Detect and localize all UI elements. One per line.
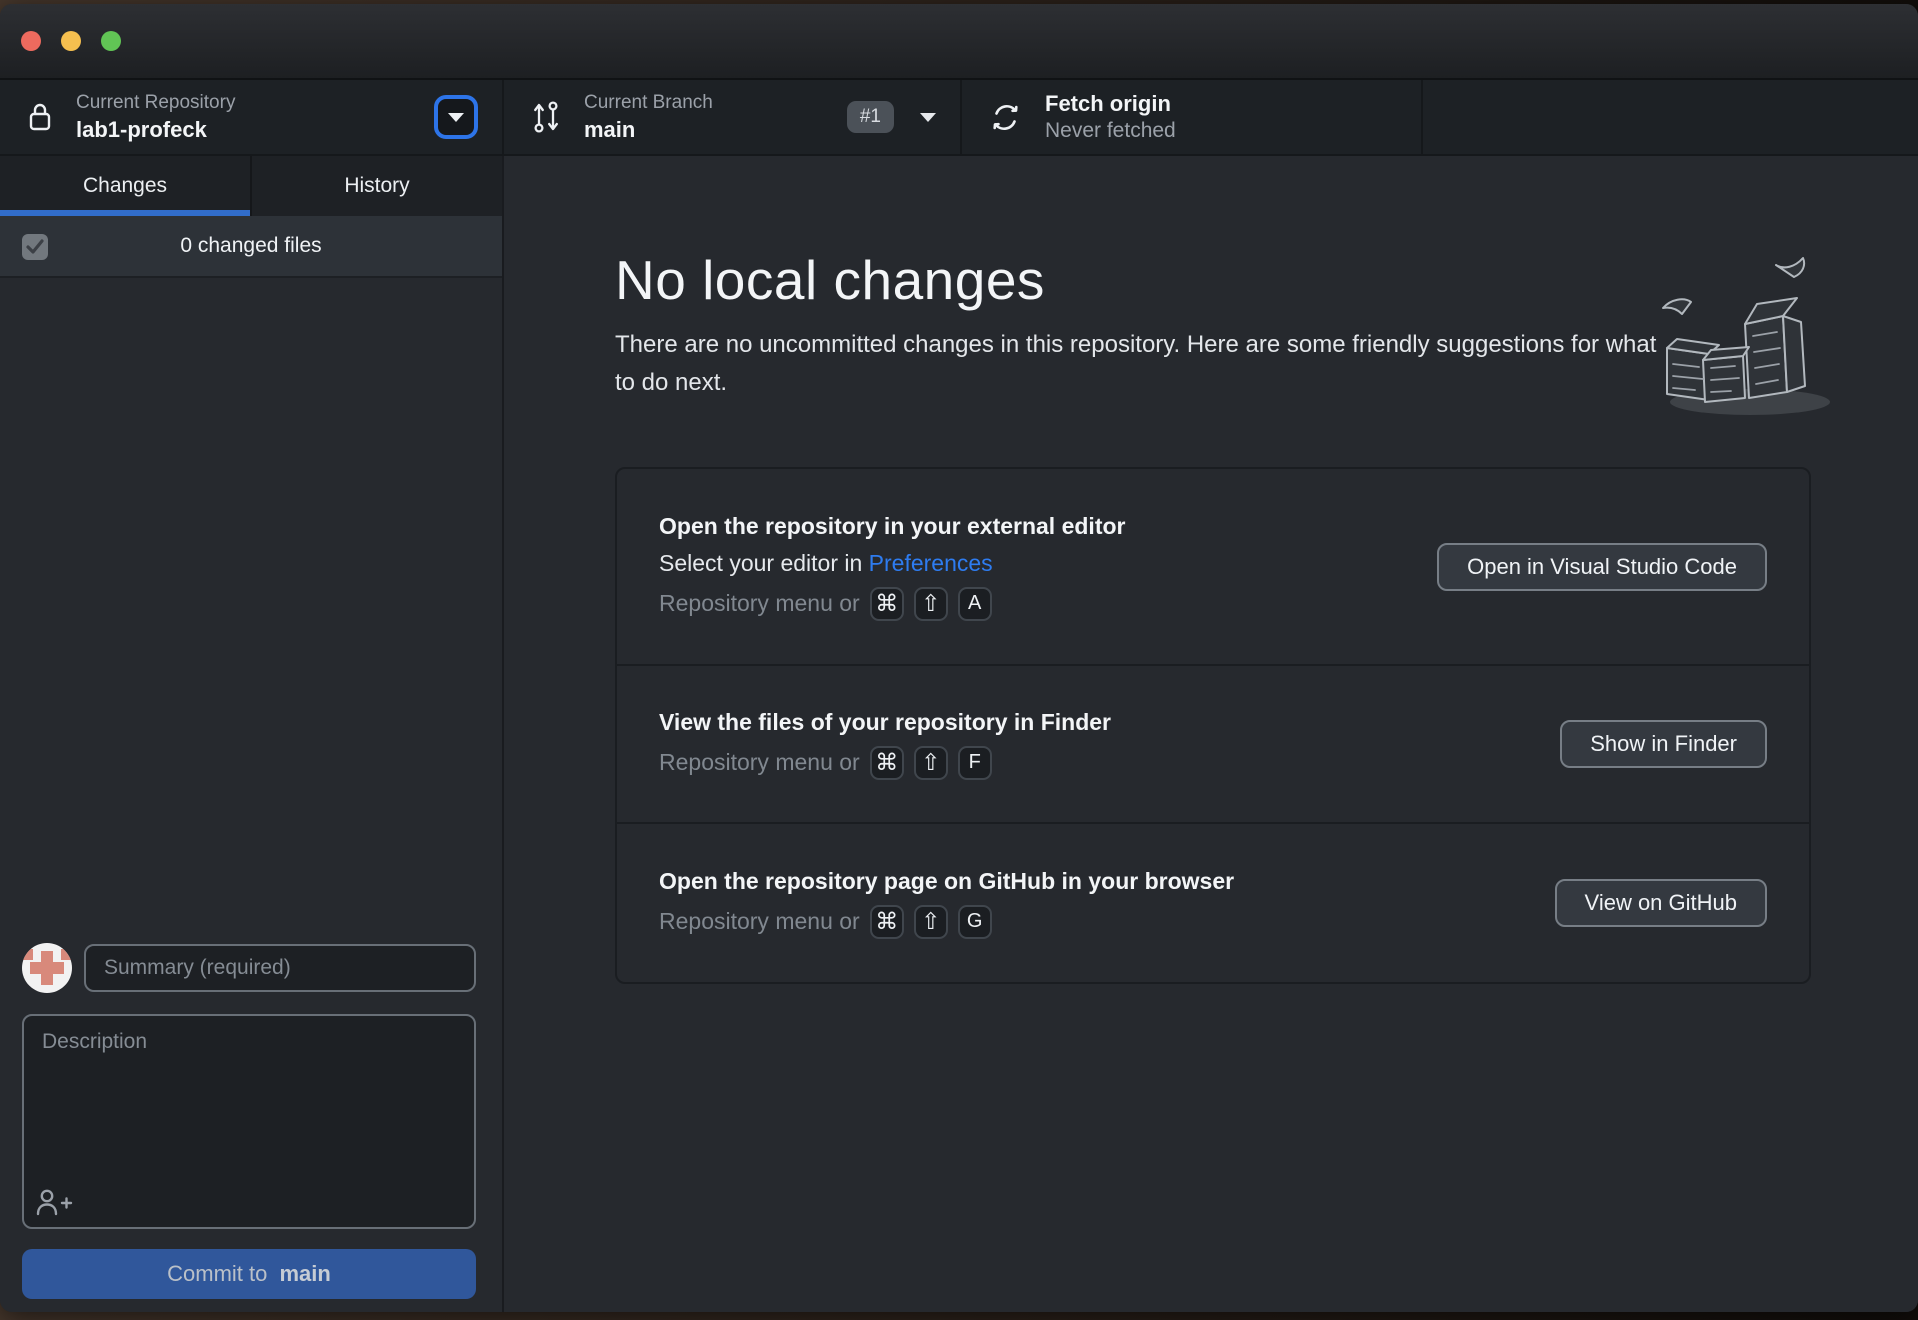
page-title: No local changes: [615, 249, 1045, 311]
lock-icon: [28, 101, 52, 133]
shift-key: ⇧: [913, 745, 948, 780]
fetch-status: Never fetched: [1045, 119, 1176, 143]
current-repository-button[interactable]: Current Repository lab1-profeck: [0, 80, 504, 154]
git-branch-icon: [532, 99, 560, 135]
card-title: View the files of your repository in Fin…: [659, 708, 1111, 735]
card-show-in-finder: View the files of your repository in Fin…: [617, 664, 1809, 822]
chevron-down-icon: [920, 112, 936, 122]
commit-button-label: Commit to: [167, 1261, 274, 1286]
view-on-github-button[interactable]: View on GitHub: [1554, 879, 1767, 927]
letter-key: G: [957, 904, 992, 939]
tab-changes[interactable]: Changes: [0, 156, 250, 216]
chevron-down-icon: [448, 112, 464, 122]
tab-history[interactable]: History: [250, 156, 502, 216]
card-open-editor: Open the repository in your external edi…: [617, 469, 1809, 664]
shift-key: ⇧: [913, 904, 948, 939]
changed-files-header: 0 changed files: [0, 216, 502, 278]
empty-state-illustration: [1645, 244, 1875, 424]
commit-form: Commit to main: [0, 930, 502, 1312]
shortcut-label: Repository menu or: [659, 749, 860, 775]
select-all-checkbox[interactable]: [22, 234, 48, 260]
add-coauthor-icon[interactable]: [34, 1187, 74, 1219]
sidebar-tabbar: Changes History: [0, 156, 502, 216]
branch-name: main: [584, 116, 636, 142]
summary-input[interactable]: [84, 944, 476, 992]
desktop-background: { "toolbar": { "repository": { "label": …: [0, 0, 1918, 1320]
description-input[interactable]: [22, 1014, 476, 1229]
card-title: Open the repository in your external edi…: [659, 512, 1126, 539]
shortcut-label: Repository menu or: [659, 590, 860, 616]
letter-key: F: [957, 745, 992, 780]
pull-request-badge: #1: [846, 101, 894, 133]
suggestion-cards: Open the repository in your external edi…: [615, 467, 1811, 984]
repository-label: Current Repository: [76, 91, 236, 113]
titlebar: [0, 4, 1918, 80]
sync-icon: [990, 102, 1021, 133]
close-button[interactable]: [21, 31, 41, 51]
main-panel: No local changes There are no uncommitte…: [506, 156, 1918, 1312]
cmd-key: ⌘: [869, 586, 904, 621]
repository-name: lab1-profeck: [76, 116, 207, 142]
fetch-label: Fetch origin: [1045, 90, 1171, 116]
shift-key: ⇧: [913, 586, 948, 621]
toolbar: Current Repository lab1-profeck Current …: [0, 80, 1918, 156]
card-title: Open the repository page on GitHub in yo…: [659, 867, 1235, 894]
card-view-on-github: Open the repository page on GitHub in yo…: [617, 822, 1809, 982]
sidebar: Changes History 0 changed files Summary …: [0, 156, 504, 1312]
traffic-lights: [21, 31, 121, 51]
open-in-vscode-button[interactable]: Open in Visual Studio Code: [1437, 542, 1767, 591]
branch-label: Current Branch: [584, 91, 713, 113]
app-window: Current Repository lab1-profeck Current …: [0, 4, 1918, 1312]
repository-dropdown-button[interactable]: [434, 95, 478, 139]
minimize-button[interactable]: [61, 31, 81, 51]
zoom-button[interactable]: [101, 31, 121, 51]
show-in-finder-button[interactable]: Show in Finder: [1560, 720, 1767, 768]
fetch-origin-button[interactable]: Fetch origin Never fetched: [962, 80, 1423, 154]
cmd-key: ⌘: [869, 904, 904, 939]
avatar: [22, 943, 72, 993]
commit-button[interactable]: Commit to main: [22, 1249, 476, 1299]
shortcut-label: Repository menu or: [659, 908, 860, 934]
description-wrap: [22, 1014, 476, 1229]
preferences-link[interactable]: Preferences: [869, 550, 993, 576]
commit-button-branch: main: [279, 1261, 331, 1286]
card-subtitle: Select your editor in: [659, 549, 869, 576]
letter-key: A: [957, 586, 992, 621]
cmd-key: ⌘: [869, 745, 904, 780]
changed-files-count: 0 changed files: [180, 234, 322, 257]
current-branch-button[interactable]: Current Branch main #1: [504, 80, 962, 154]
page-subtitle: There are no uncommitted changes in this…: [615, 331, 1657, 396]
